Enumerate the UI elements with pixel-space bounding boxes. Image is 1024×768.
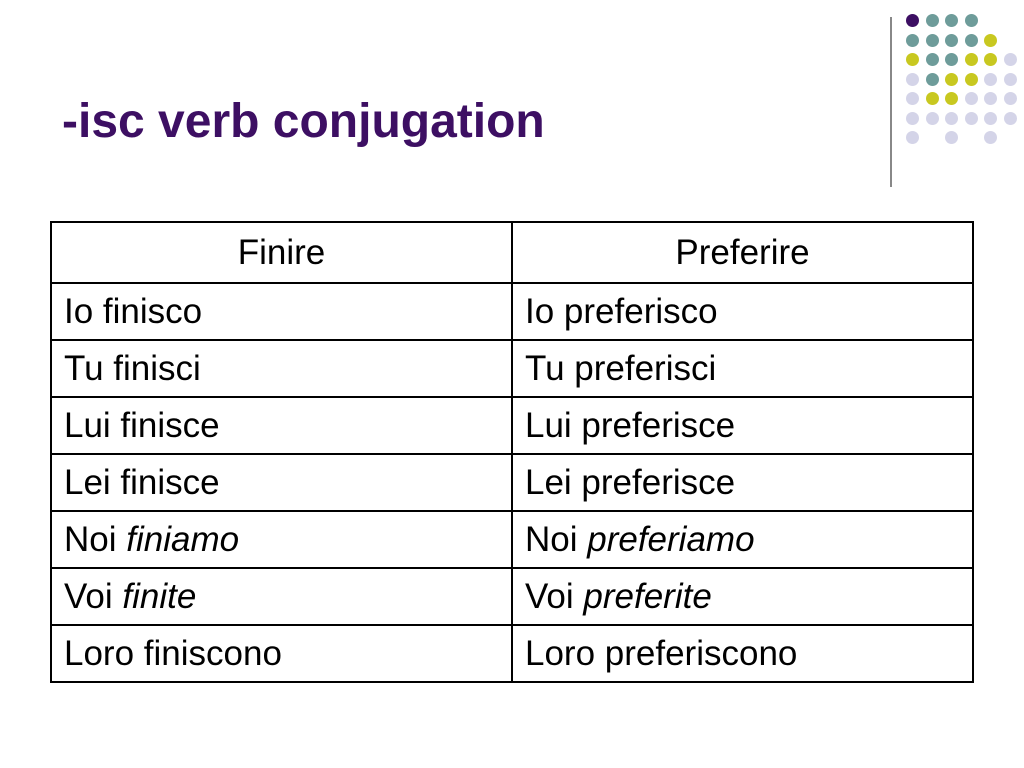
- decorative-dot: [906, 111, 919, 125]
- table-header-row: Finire Preferire: [50, 221, 974, 284]
- slide-title: -isc verb conjugation: [62, 95, 545, 148]
- finire-cell: Tu finisci: [50, 339, 513, 398]
- table-row: Lui finisce Lui preferisce: [50, 396, 974, 455]
- finire-cell: Noi finiamo: [50, 510, 513, 569]
- finire-cell: Io finisco: [50, 282, 513, 341]
- decorative-dot: [984, 131, 997, 144]
- decorative-dot: [1003, 92, 1017, 105]
- cell-text: Lui preferisce: [525, 405, 736, 445]
- decorative-dot: [906, 53, 919, 66]
- cell-ending: preferite: [583, 576, 712, 616]
- decorative-dot: [964, 53, 978, 66]
- finire-cell: Lui finisce: [50, 396, 513, 455]
- cell-text: Io preferisco: [525, 291, 718, 331]
- decorative-dot: [1003, 53, 1017, 66]
- decorative-dot: [984, 33, 997, 47]
- decorative-dot: [925, 92, 939, 105]
- cell-text: Lei finisce: [64, 462, 220, 502]
- decorative-dot: [964, 92, 978, 105]
- cell-text: Loro finiscono: [64, 633, 282, 673]
- table-row: Noi finiamo Noi preferiamo: [50, 510, 974, 569]
- preferire-cell: Voi preferite: [511, 567, 974, 626]
- preferire-cell: Lui preferisce: [511, 396, 974, 455]
- column-header-finire: Finire: [50, 221, 513, 284]
- cell-text: Noi: [525, 519, 588, 559]
- title-divider-line: [890, 17, 892, 187]
- finire-cell: Voi finite: [50, 567, 513, 626]
- decorative-dot: [945, 72, 958, 86]
- decorative-dot: [984, 111, 997, 125]
- table-row: Voi finite Voi preferite: [50, 567, 974, 626]
- preferire-cell: Lei preferisce: [511, 453, 974, 512]
- cell-text: Io finisco: [64, 291, 203, 331]
- table-row: Tu finisci Tu preferisci: [50, 339, 974, 398]
- decorative-dot: [964, 111, 978, 125]
- cell-text: Voi: [64, 576, 123, 616]
- preferire-cell: Tu preferisci: [511, 339, 974, 398]
- conjugation-table: Finire Preferire Io finisco Io preferisc…: [50, 221, 974, 683]
- cell-ending: finite: [122, 576, 197, 616]
- decorative-dot: [925, 33, 939, 47]
- decorative-dot: [984, 53, 997, 66]
- decorative-dot: [906, 14, 919, 27]
- decorative-dot: [906, 72, 919, 86]
- decorative-dot: [984, 92, 997, 105]
- decorative-dot: [925, 111, 939, 125]
- decorative-dot: [906, 131, 919, 144]
- cell-text: Tu preferisci: [525, 348, 717, 388]
- cell-text: Noi: [64, 519, 127, 559]
- preferire-cell: Noi preferiamo: [511, 510, 974, 569]
- preferire-cell: Io preferisco: [511, 282, 974, 341]
- decorative-dot: [945, 53, 958, 66]
- table-row: Loro finiscono Loro preferiscono: [50, 624, 974, 683]
- decorative-dot: [964, 33, 978, 47]
- decorative-dot: [906, 33, 919, 47]
- decorative-dot: [925, 72, 939, 86]
- cell-text: Voi: [525, 576, 584, 616]
- column-header-preferire: Preferire: [511, 221, 974, 284]
- decorative-dot: [964, 14, 978, 27]
- decorative-dot: [945, 33, 958, 47]
- decorative-dot: [1003, 72, 1017, 86]
- finire-cell: Lei finisce: [50, 453, 513, 512]
- decorative-dot: [925, 14, 939, 27]
- cell-text: Lui finisce: [64, 405, 220, 445]
- cell-text: Tu finisci: [64, 348, 201, 388]
- decorative-dot: [906, 92, 919, 105]
- cell-text: Lei preferisce: [525, 462, 736, 502]
- cell-text: Loro preferiscono: [525, 633, 798, 673]
- cell-ending: preferiamo: [587, 519, 755, 559]
- table-row: Io finisco Io preferisco: [50, 282, 974, 341]
- decorative-dot: [945, 131, 958, 144]
- decorative-dot-grid: [906, 14, 1017, 164]
- decorative-dot: [984, 72, 997, 86]
- decorative-dot: [945, 92, 958, 105]
- finire-cell: Loro finiscono: [50, 624, 513, 683]
- decorative-dot: [925, 53, 939, 66]
- preferire-cell: Loro preferiscono: [511, 624, 974, 683]
- cell-ending: finiamo: [126, 519, 240, 559]
- decorative-dot: [945, 14, 958, 27]
- table-row: Lei finisce Lei preferisce: [50, 453, 974, 512]
- decorative-dot: [945, 111, 958, 125]
- decorative-dot: [964, 72, 978, 86]
- decorative-dot: [1003, 111, 1017, 125]
